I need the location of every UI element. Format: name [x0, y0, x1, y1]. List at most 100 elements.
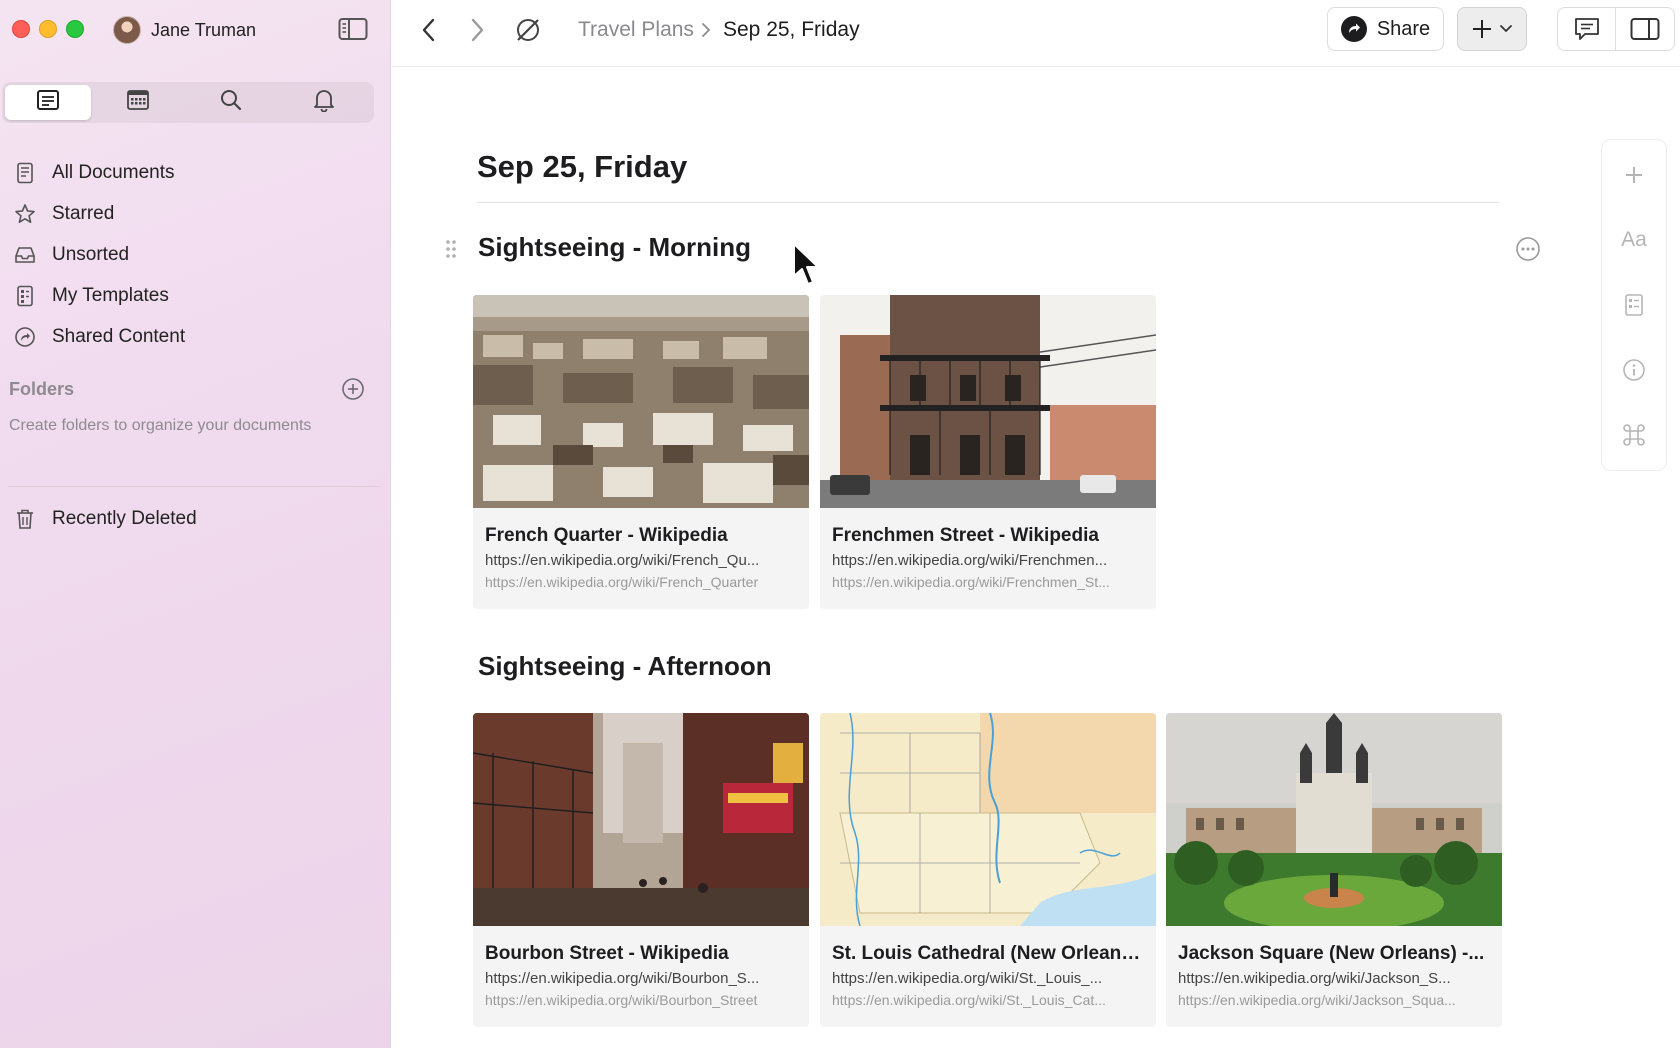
right-panel-icon — [1630, 18, 1660, 40]
calendar-icon — [126, 89, 150, 116]
link-card-url: https://en.wikipedia.org/wiki/Frenchmen.… — [832, 552, 1108, 569]
link-card-title: French Quarter - Wikipedia — [485, 525, 728, 546]
minimize-window-button[interactable] — [39, 20, 57, 38]
sidebar-toggle-icon[interactable] — [338, 17, 368, 41]
sidebar-item-label: Shared Content — [52, 325, 186, 347]
link-card-source: https://en.wikipedia.org/wiki/Frenchmen_… — [832, 574, 1110, 590]
sidebar-item-my-templates[interactable]: My Templates — [0, 275, 390, 316]
folders-hint: Create folders to organize your document… — [9, 417, 312, 434]
sidebar-item-recently-deleted[interactable]: Recently Deleted — [0, 498, 197, 539]
share-icon — [1340, 16, 1367, 42]
document-icon — [36, 89, 60, 116]
documents-tab[interactable] — [5, 85, 91, 120]
insert-button[interactable] — [1602, 155, 1666, 195]
link-card-jackson-square[interactable]: Jackson Square (New Orleans) -... https:… — [1166, 713, 1502, 1027]
link-card-source: https://en.wikipedia.org/wiki/St._Louis_… — [832, 992, 1106, 1008]
section-title-afternoon[interactable]: Sightseeing - Afternoon — [478, 651, 772, 682]
link-card-title: Jackson Square (New Orleans) -... — [1178, 943, 1485, 964]
link-preview-image — [473, 713, 809, 926]
info-icon — [1623, 359, 1645, 381]
comments-button[interactable] — [1558, 8, 1617, 50]
breadcrumb-parent[interactable]: Travel Plans — [578, 18, 694, 42]
bell-icon — [313, 88, 335, 117]
link-card-title: Frenchmen Street - Wikipedia — [832, 525, 1099, 546]
sidebar-item-shared-content[interactable]: Shared Content — [0, 316, 390, 357]
link-card-url: https://en.wikipedia.org/wiki/French_Qu.… — [485, 552, 760, 569]
link-card-frenchmen-street[interactable]: Frenchmen Street - Wikipedia https://en.… — [820, 295, 1156, 609]
drag-handle-icon[interactable] — [444, 238, 458, 265]
chevron-down-icon — [1500, 25, 1512, 33]
sidebar-item-label: Recently Deleted — [52, 507, 197, 529]
format-rail: Aa — [1601, 139, 1667, 471]
toolbar: Travel Plans Sep 25, Friday Share — [392, 0, 1680, 67]
text-style-label: Aa — [1621, 228, 1647, 251]
back-button[interactable] — [414, 14, 444, 46]
info-button[interactable] — [1602, 350, 1666, 390]
forward-button[interactable] — [462, 14, 492, 46]
sidebar-item-label: All Documents — [52, 161, 175, 183]
sidebar-view-switcher — [2, 82, 374, 123]
breadcrumb-current: Sep 25, Friday — [723, 18, 860, 41]
close-window-button[interactable] — [12, 20, 30, 38]
link-preview-image — [1166, 713, 1502, 926]
sidebar: Jane Truman All Documents Starred Unsort… — [0, 0, 391, 1048]
section-title-morning[interactable]: Sightseeing - Morning — [478, 232, 751, 263]
text-style-button[interactable]: Aa — [1602, 220, 1666, 260]
plus-icon — [1473, 20, 1491, 38]
chevron-left-icon — [422, 18, 435, 42]
link-card-source: https://en.wikipedia.org/wiki/Bourbon_St… — [485, 992, 758, 1008]
template-button[interactable] — [1602, 285, 1666, 325]
trash-icon — [17, 509, 33, 529]
tray-icon — [15, 246, 35, 263]
link-card-bourbon-street[interactable]: Bourbon Street - Wikipedia https://en.wi… — [473, 713, 809, 1027]
link-preview-image — [820, 295, 1156, 508]
sync-status-button[interactable] — [512, 14, 544, 46]
sidebar-item-unsorted[interactable]: Unsorted — [0, 234, 390, 275]
link-card-st-louis-cathedral[interactable]: St. Louis Cathedral (New Orleans... http… — [820, 713, 1156, 1027]
star-icon — [15, 203, 35, 223]
link-card-french-quarter[interactable]: French Quarter - Wikipedia https://en.wi… — [473, 295, 809, 609]
sync-off-icon — [517, 19, 539, 41]
sidebar-nav: All Documents Starred Unsorted My Templa… — [0, 152, 390, 357]
search-tab[interactable] — [184, 85, 277, 120]
template-icon — [17, 285, 33, 306]
plus-circle-icon — [342, 378, 364, 400]
sidebar-item-all-documents[interactable]: All Documents — [0, 152, 390, 193]
add-content-button[interactable] — [1457, 7, 1527, 51]
search-icon — [219, 88, 243, 117]
sidebar-item-label: Unsorted — [52, 243, 130, 265]
link-preview-image — [820, 713, 1156, 926]
shortcuts-button[interactable] — [1602, 415, 1666, 455]
chevron-right-icon — [471, 18, 484, 42]
link-card-url: https://en.wikipedia.org/wiki/Bourbon_S.… — [485, 970, 760, 987]
ellipsis-circle-icon — [1516, 237, 1540, 261]
user-name[interactable]: Jane Truman — [151, 20, 256, 41]
folders-heading: Folders — [9, 379, 75, 399]
avatar[interactable] — [113, 16, 141, 44]
notifications-tab[interactable] — [277, 85, 370, 120]
document-stack-icon — [17, 162, 33, 183]
link-card-title: St. Louis Cathedral (New Orleans... — [832, 943, 1144, 964]
window-controls — [12, 20, 84, 38]
inspector-toggle-button[interactable] — [1616, 8, 1674, 50]
title-divider — [477, 202, 1499, 203]
more-options-button[interactable] — [1515, 236, 1541, 267]
add-folder-button[interactable] — [341, 377, 365, 406]
breadcrumb-separator-icon — [700, 21, 712, 44]
share-button[interactable]: Share — [1327, 7, 1444, 51]
comment-icon — [1574, 18, 1599, 40]
mouse-cursor-icon — [792, 242, 822, 293]
link-card-source: https://en.wikipedia.org/wiki/French_Qua… — [485, 574, 759, 590]
sidebar-item-label: Starred — [52, 202, 115, 224]
link-card-source: https://en.wikipedia.org/wiki/Jackson_Sq… — [1178, 992, 1456, 1008]
page-title[interactable]: Sep 25, Friday — [477, 149, 687, 185]
panel-buttons — [1557, 7, 1675, 51]
zoom-window-button[interactable] — [66, 20, 84, 38]
calendar-tab[interactable] — [91, 85, 184, 120]
sidebar-divider — [8, 486, 380, 487]
link-preview-image — [473, 295, 809, 508]
sidebar-item-starred[interactable]: Starred — [0, 193, 390, 234]
template-icon — [1625, 294, 1643, 316]
command-icon — [1623, 424, 1645, 446]
shared-icon — [15, 326, 35, 347]
